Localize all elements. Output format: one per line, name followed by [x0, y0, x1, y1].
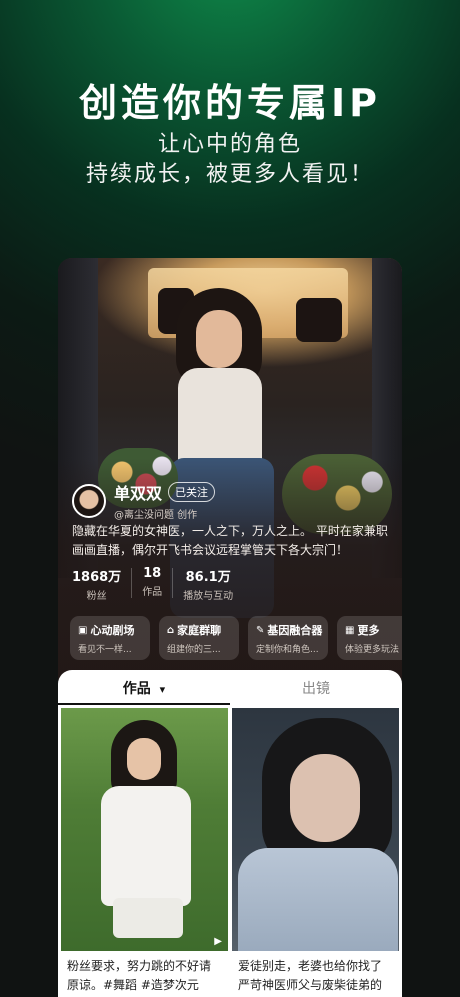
post-card[interactable]: ▶ 粉丝要求，努力跳的不好请原谅。#舞蹈 #造梦次元 — [61, 708, 228, 997]
stat-plays[interactable]: 86.1万 播放与互动 — [183, 566, 233, 602]
tab-cameo[interactable]: 出镜 — [230, 678, 402, 698]
profile-header: 单双双 已关注 @离尘没问题 创作 — [72, 480, 216, 521]
profile-card: 单双双 已关注 @离尘没问题 创作 隐藏在华夏的女神医，一人之下，万人之上。 平… — [58, 258, 402, 997]
post-thumbnail[interactable] — [232, 708, 399, 951]
stat-divider — [131, 568, 133, 598]
feature-family-chat-button[interactable]: ⌂ 家庭群聊 组建你的三... — [159, 616, 239, 660]
chevron-down-icon: ▾ — [159, 683, 166, 696]
tab-works[interactable]: 作品 ▾ — [58, 678, 230, 698]
feature-buttons: ▣ 心动剧场 看见不一样... ⌂ 家庭群聊 组建你的三... ✎ 基因融合器 定制你… — [70, 616, 402, 660]
stat-fans[interactable]: 1868万 粉丝 — [72, 566, 121, 602]
follow-status-button[interactable]: 已关注 — [168, 482, 216, 502]
feature-theater-button[interactable]: ▣ 心动剧场 看见不一样... — [70, 616, 150, 660]
stat-divider — [172, 568, 174, 598]
grid-icon: ▦ — [345, 624, 355, 636]
profile-cover-image — [58, 258, 402, 678]
profile-bio: 隐藏在华夏的女神医，一人之下，万人之上。 平时在家兼职画画直播，偶尔开飞书会议远… — [72, 524, 388, 557]
subtitle-line-2: 持续成长，被更多人看见！ — [85, 162, 374, 187]
works-grid: ▶ 粉丝要求，努力跳的不好请原谅。#舞蹈 #造梦次元 爱徒别走，老婆也给你找了 … — [61, 708, 399, 997]
tab-indicator — [58, 703, 230, 705]
profile-name: 单双双 — [114, 484, 163, 503]
play-icon: ▶ — [214, 936, 222, 947]
dna-icon: ✎ — [256, 624, 265, 636]
post-thumbnail[interactable]: ▶ — [61, 708, 228, 951]
feature-gene-fusion-button[interactable]: ✎ 基因融合器 定制你和角色... — [248, 616, 328, 660]
creator-attribution[interactable]: @离尘没问题 创作 — [114, 506, 215, 521]
post-card[interactable]: 爱徒别走，老婆也给你找了 严苛神医师父与废柴徒弟的日常，师可美华事灾好的 — [232, 708, 399, 997]
avatar[interactable] — [72, 483, 106, 518]
content-panel: 作品 ▾ 出镜 ▶ 粉丝要求，努力跳的不好请原谅。#舞蹈 #造梦次元 爱徒别走，… — [58, 670, 402, 997]
profile-stats: 1868万 粉丝 18 作品 86.1万 播放与互动 — [72, 566, 233, 602]
content-tabs: 作品 ▾ 出镜 — [58, 670, 402, 706]
headline: 创造你的专属IP — [79, 81, 381, 125]
post-caption: 粉丝要求，努力跳的不好请原谅。#舞蹈 #造梦次元 — [67, 959, 212, 992]
post-caption: 爱徒别走，老婆也给你找了 严苛神医师父与废柴徒弟的日常，师可美华事灾好的 — [238, 959, 383, 992]
theater-icon: ▣ — [78, 624, 88, 636]
home-icon: ⌂ — [167, 624, 175, 636]
stat-works[interactable]: 18 作品 — [142, 566, 162, 598]
subtitle-line-1: 让心中的角色 — [157, 132, 302, 157]
feature-more-button[interactable]: ▦ 更多 体验更多玩法 — [337, 616, 402, 660]
